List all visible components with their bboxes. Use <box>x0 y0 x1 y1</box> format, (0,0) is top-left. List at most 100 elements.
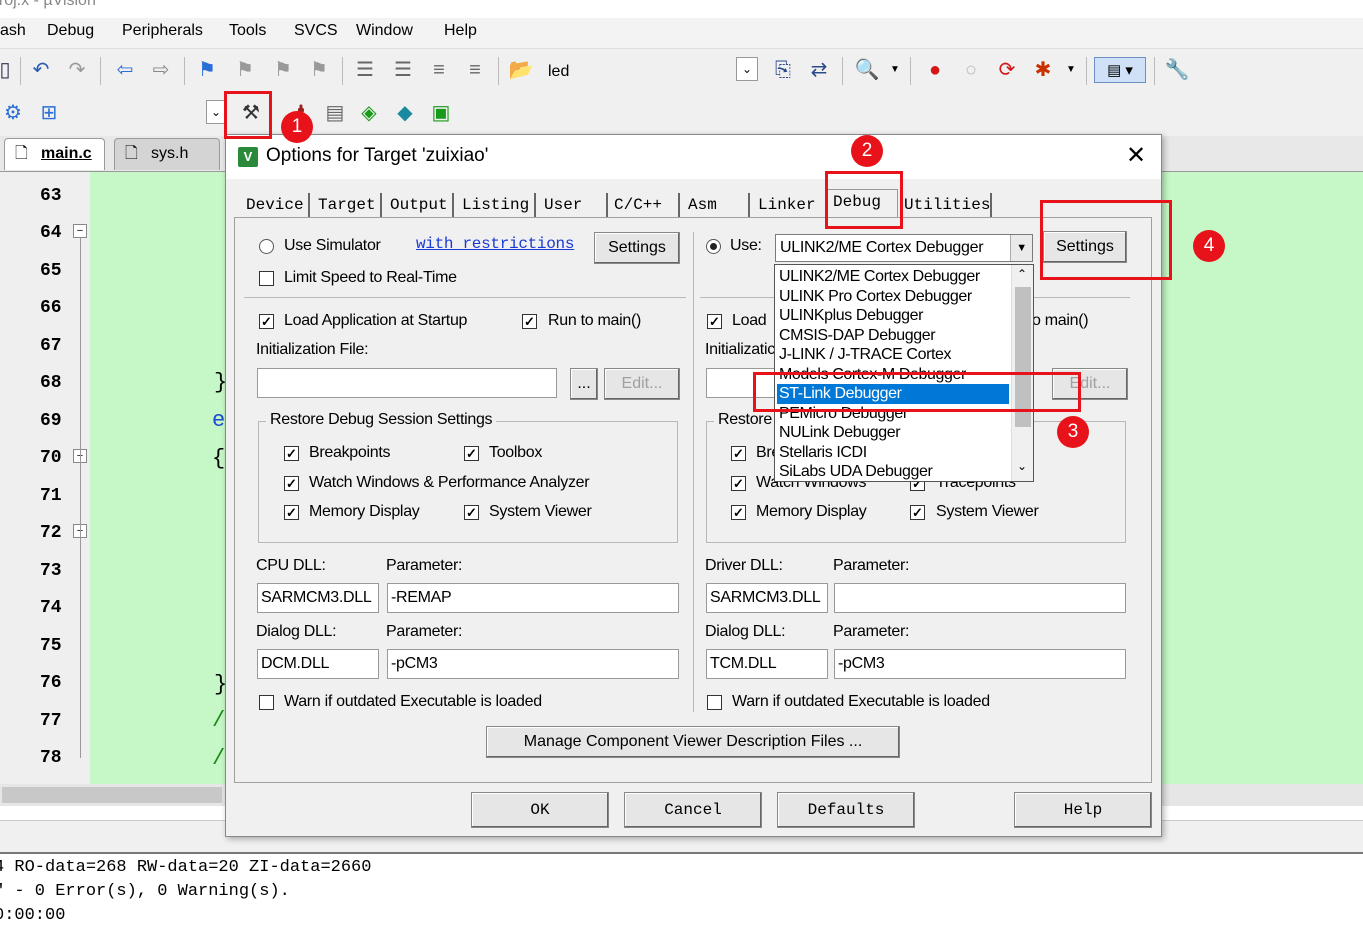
load-app-right-checkbox[interactable]: ✓ <box>707 314 722 329</box>
nav-back-icon[interactable]: ⇦ <box>112 57 138 83</box>
tab-cpp[interactable]: C/C++ <box>608 193 680 219</box>
tab-output[interactable]: Output <box>384 193 454 219</box>
system-viewer-checkbox[interactable]: ✓ <box>464 505 479 520</box>
comment-icon[interactable]: ≡ <box>426 57 452 83</box>
find-replace-icon[interactable]: ⇄ <box>806 57 832 83</box>
redo-icon[interactable]: ↷ <box>64 57 90 83</box>
tab-main-c[interactable]: 🗋 main.c <box>4 138 105 170</box>
dropdown-option[interactable]: ULINK2/ME Cortex Debugger <box>779 267 1007 287</box>
toolbox-checkbox[interactable]: ✓ <box>464 446 479 461</box>
limit-speed-checkbox[interactable] <box>259 271 274 286</box>
chevron-down-icon[interactable]: ▼ <box>1010 235 1032 261</box>
tab-utilities[interactable]: Utilities <box>898 193 992 219</box>
undo-icon[interactable]: ↶ <box>28 57 54 83</box>
breakpoint-disable-icon[interactable]: ○ <box>958 57 984 83</box>
tab-listing[interactable]: Listing <box>456 193 536 219</box>
unindent-icon[interactable]: ☰ <box>390 57 416 83</box>
breakpoint-icon[interactable]: ● <box>922 57 948 83</box>
breakpoint-kill-icon[interactable]: ✱ <box>1030 57 1056 83</box>
watch-right-checkbox[interactable]: ✓ <box>731 476 746 491</box>
tab-user[interactable]: User <box>538 193 608 219</box>
window-layout-icon[interactable]: ▤ ▾ <box>1094 57 1146 83</box>
simulator-settings-button[interactable]: Settings <box>594 232 680 264</box>
init-file-edit-button[interactable]: Edit... <box>604 368 680 400</box>
dropdown-option[interactable]: Stellaris ICDI <box>779 443 1007 463</box>
load-app-checkbox[interactable]: ✓ <box>259 314 274 329</box>
menu-window[interactable]: Window <box>356 22 413 40</box>
nav-forward-icon[interactable]: ⇨ <box>148 57 174 83</box>
use-debugger-radio[interactable] <box>706 239 721 254</box>
menu-help[interactable]: Help <box>444 22 477 40</box>
dropdown-option[interactable]: ULINK Pro Cortex Debugger <box>779 287 1007 307</box>
manage-components-icon[interactable]: ▤ <box>322 100 348 126</box>
breakpoint-dropdown-icon[interactable]: ▼ <box>1058 57 1084 83</box>
bookmark-prev-icon[interactable]: ⚑ <box>232 57 258 83</box>
menu-tools[interactable]: Tools <box>229 22 266 40</box>
tab-device[interactable]: Device <box>240 193 310 219</box>
dialog-param-input[interactable]: -pCM3 <box>387 649 679 679</box>
debug-dropdown-icon[interactable]: ▼ <box>882 57 908 83</box>
close-icon[interactable]: ✕ <box>1126 141 1146 170</box>
wrench-icon[interactable]: 🔧 <box>1164 57 1190 83</box>
breakpoints-right-checkbox[interactable]: ✓ <box>731 446 746 461</box>
menu-svcs[interactable]: SVCS <box>294 22 338 40</box>
bookmark-clear-icon[interactable]: ⚑ <box>306 57 332 83</box>
chevron-up-icon[interactable]: ⌃ <box>1017 267 1027 281</box>
restrictions-link[interactable]: with restrictions <box>416 235 574 253</box>
dialog-dll-input[interactable]: DCM.DLL <box>257 649 379 679</box>
target-dropdown-icon[interactable]: ⌄ <box>736 57 758 81</box>
find-icon[interactable]: ⎘ <box>770 57 796 83</box>
tab-linker[interactable]: Linker <box>752 193 824 219</box>
ok-button[interactable]: OK <box>471 792 609 828</box>
translate-icon[interactable]: ⚙ <box>0 100 26 126</box>
debug-session-icon[interactable]: 🔍 <box>854 57 880 83</box>
defaults-button[interactable]: Defaults <box>777 792 915 828</box>
dropdown-option[interactable]: ULINKplus Debugger <box>779 306 1007 326</box>
sysviewer-right-checkbox[interactable]: ✓ <box>910 505 925 520</box>
indent-icon[interactable]: ☰ <box>352 57 378 83</box>
breakpoints-checkbox[interactable]: ✓ <box>284 446 299 461</box>
use-simulator-radio[interactable] <box>259 239 274 254</box>
dropdown-option[interactable]: NULink Debugger <box>779 423 1007 443</box>
tab-target[interactable]: Target <box>312 193 382 219</box>
tab-sys-h[interactable]: 🗋 sys.h <box>114 138 220 170</box>
bookmark-icon[interactable]: ⚑ <box>194 57 220 83</box>
menu-peripherals[interactable]: Peripherals <box>122 22 203 40</box>
cpu-param-input[interactable]: -REMAP <box>387 583 679 613</box>
software-packs-icon[interactable]: ▣ <box>428 100 454 126</box>
driver-param-input[interactable] <box>834 583 1126 613</box>
dropdown-option[interactable]: J-LINK / J-TRACE Cortex <box>779 345 1007 365</box>
cpu-dll-input[interactable]: SARMCM3.DLL <box>257 583 379 613</box>
init-file-input[interactable] <box>257 368 557 398</box>
dropdown-option[interactable]: SiLabs UDA Debugger <box>779 462 1007 482</box>
manage-component-viewer-button[interactable]: Manage Component Viewer Description File… <box>486 726 900 758</box>
dialog-dll-right-input[interactable]: TCM.DLL <box>706 649 828 679</box>
bookmark-next-icon[interactable]: ⚑ <box>270 57 296 83</box>
select-pack-icon[interactable]: ◆ <box>392 100 418 126</box>
watch-windows-checkbox[interactable]: ✓ <box>284 476 299 491</box>
dialog-param-right-input[interactable]: -pCM3 <box>834 649 1126 679</box>
uncomment-icon[interactable]: ≡ <box>462 57 488 83</box>
memory-display-checkbox[interactable]: ✓ <box>284 505 299 520</box>
dropdown-option[interactable]: CMSIS-DAP Debugger <box>779 326 1007 346</box>
init-file-browse-button[interactable]: ... <box>570 368 598 400</box>
open-folder-icon[interactable]: 📂 <box>508 57 534 83</box>
help-button[interactable]: Help <box>1014 792 1152 828</box>
tab-asm[interactable]: Asm <box>682 193 750 219</box>
memory-right-checkbox[interactable]: ✓ <box>731 505 746 520</box>
debugger-select[interactable]: ULINK2/ME Cortex Debugger ▼ <box>775 234 1033 262</box>
select-target-dropdown[interactable]: ⌄ <box>206 100 226 124</box>
run-to-main-checkbox[interactable]: ✓ <box>522 314 537 329</box>
save-icon[interactable]: ▯ <box>0 57 18 83</box>
driver-dll-input[interactable]: SARMCM3.DLL <box>706 583 828 613</box>
cancel-button[interactable]: Cancel <box>624 792 762 828</box>
build-all-icon[interactable]: ⊞ <box>36 100 62 126</box>
menu-debug[interactable]: Debug <box>47 22 94 40</box>
pack-installer-icon[interactable]: ◈ <box>356 100 382 126</box>
warn-outdated-checkbox[interactable] <box>259 695 274 710</box>
menu-flash[interactable]: ash <box>0 22 26 40</box>
fold-toggle[interactable]: − <box>73 224 87 238</box>
warn-outdated-right-checkbox[interactable] <box>707 695 722 710</box>
breakpoint-disable-all-icon[interactable]: ⟳ <box>994 57 1020 83</box>
chevron-down-icon[interactable]: ⌄ <box>1017 459 1027 473</box>
